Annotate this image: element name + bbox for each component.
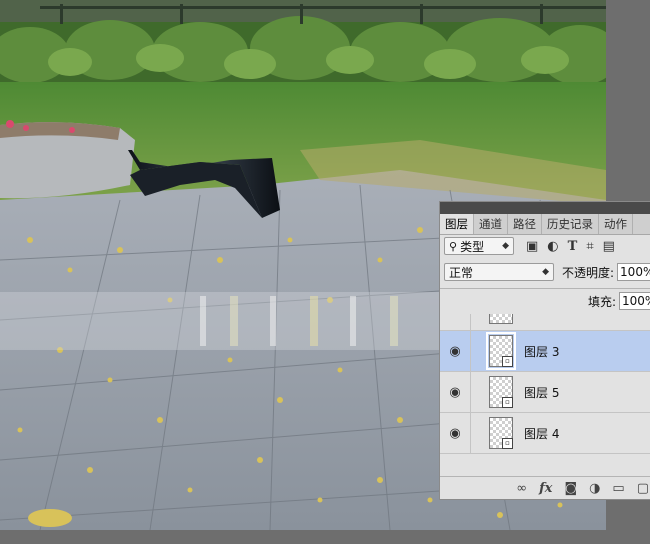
eye-icon[interactable]: ◉ [440,344,470,359]
blend-mode-select[interactable]: 正常 ◆ [444,263,554,281]
fill-row: 填充: 100% [580,292,650,310]
filter-type-label: 类型 [460,239,485,254]
partial-layer-row[interactable] [440,314,650,331]
tab-history[interactable]: 历史记录 [542,214,599,234]
panel-title-strip [440,202,650,214]
layer-thumbnail: ▫ [489,376,513,408]
fill-input[interactable]: 100% [619,292,650,310]
image-filter-icon[interactable]: ▣ [526,239,538,254]
smart-object-icon: ▫ [502,356,513,367]
tab-channels[interactable]: 通道 [474,214,508,234]
blend-row: 正常 ◆ 不透明度: 100% [444,263,650,281]
smart-object-icon: ▫ [502,438,513,449]
shape-filter-icon[interactable]: ⌗ [586,239,593,254]
tab-actions[interactable]: 动作 [599,214,633,234]
panel-tabs: 图层 通道 路径 历史记录 动作 [440,214,650,235]
new-layer-icon[interactable]: ▢ [637,481,649,496]
layer-row-5[interactable]: ◉ ▫ 图层 5 [440,372,650,413]
blend-mode-label: 正常 [449,265,474,280]
adjustment-layer-icon[interactable]: ◑ [589,481,600,496]
opacity-label: 不透明度: [562,265,615,280]
panel-footer: ∞ fx ◙ ◑ ▭ ▢ [440,476,650,499]
visibility-cell[interactable]: ◉ [440,372,471,412]
layer-name[interactable]: 图层 5 [524,384,559,401]
chevron-updown-icon: ◆ [502,241,509,251]
layer-row-3[interactable]: ◉ ▫ 图层 3 [440,331,650,372]
tab-layers[interactable]: 图层 [440,214,474,234]
opacity-input[interactable]: 100% [617,263,650,281]
chevron-updown-icon: ◆ [542,267,549,277]
visibility-cell[interactable]: ◉ [440,413,471,453]
tab-paths[interactable]: 路径 [508,214,542,234]
visibility-cell[interactable]: ◉ [440,331,471,371]
eye-icon[interactable]: ◉ [440,385,470,400]
filter-type-select[interactable]: ⚲ 类型 ◆ [444,237,514,255]
visibility-cell [440,314,471,330]
layer-thumbnail: ▫ [489,417,513,449]
eye-icon[interactable]: ◉ [440,426,470,441]
fill-label: 填充: [587,294,616,309]
adjustment-filter-icon[interactable]: ◐ [547,239,558,254]
layer-list[interactable]: ◉ ▫ 图层 3 ◉ ▫ 图层 5 ◉ ▫ 图层 4 [440,314,650,478]
link-icon[interactable]: ∞ [516,481,527,496]
fx-icon[interactable]: fx [539,481,552,496]
divider [440,288,650,289]
layer-thumbnail [489,314,513,324]
type-filter-icon[interactable]: T [568,239,578,254]
filter-row: ⚲ 类型 ◆ ▣ ◐ T ⌗ ▤ [444,236,615,256]
layers-panel: 图层 通道 路径 历史记录 动作 ⚲ 类型 ◆ ▣ ◐ T ⌗ ▤ 正常 ◆ 不… [439,201,650,500]
mask-icon[interactable]: ◙ [564,481,577,496]
filter-icons: ▣ ◐ T ⌗ ▤ [526,239,615,254]
folder-icon[interactable]: ▭ [612,481,624,496]
smart-object-filter-icon[interactable]: ▤ [603,239,615,254]
layer-row-4[interactable]: ◉ ▫ 图层 4 [440,413,650,454]
layer-name[interactable]: 图层 3 [524,343,559,360]
layer-name[interactable]: 图层 4 [524,425,559,442]
search-icon: ⚲ [449,239,458,253]
smart-object-icon: ▫ [502,397,513,408]
layer-thumbnail: ▫ [486,332,516,370]
